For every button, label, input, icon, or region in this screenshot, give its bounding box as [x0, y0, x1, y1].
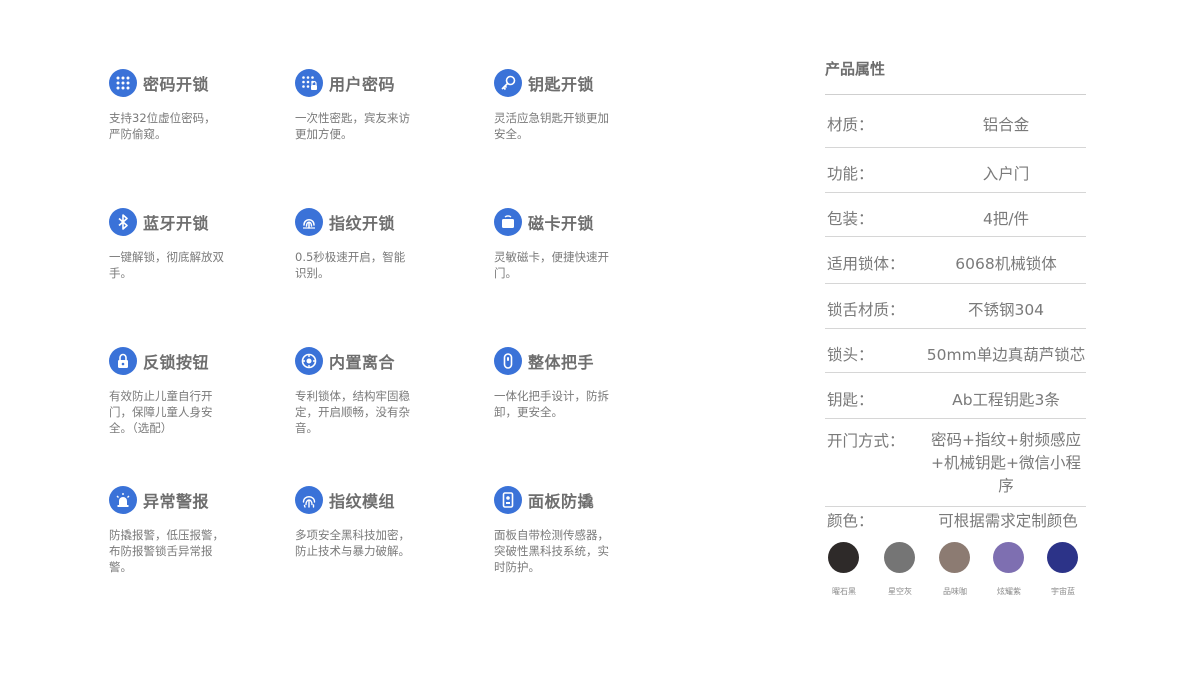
feature-description: 多项安全黑科技加密，防止技术与暴力破解。: [295, 528, 410, 558]
color-swatch[interactable]: [884, 542, 915, 573]
feature-title: 指纹模组: [329, 492, 396, 511]
color-swatch[interactable]: [939, 542, 970, 573]
property-row: 锁舌材质： 不锈钢304: [825, 284, 1086, 329]
feature-item: 钥匙开锁 灵活应急钥匙开锁更加安全。: [494, 68, 674, 142]
property-row: 材质： 铝合金: [825, 95, 1086, 148]
feature-title: 整体把手: [528, 353, 595, 372]
clutch-icon: [295, 347, 323, 375]
padlock-icon: [109, 347, 137, 375]
feature-item: 内置离合 专利锁体，结构牢固稳定，开启顺畅，没有杂音。: [295, 346, 475, 436]
property-row: 锁头： 50mm单边真葫芦锁芯: [825, 329, 1086, 373]
feature-item: 指纹模组 多项安全黑科技加密，防止技术与暴力破解。: [295, 485, 475, 559]
feature-header: 内置离合: [295, 346, 475, 376]
feature-item: 用户密码 一次性密匙，宾友来访更加方便。: [295, 68, 475, 142]
product-properties-panel: 产品属性 材质： 铝合金 功能： 入户门 包装： 4把/件 适用锁体： 6068机械锁…: [825, 58, 1086, 507]
property-label: 功能：: [827, 165, 874, 183]
property-row: 适用锁体： 6068机械锁体: [825, 237, 1086, 284]
feature-item: 指纹开锁 0.5秒极速开启，智能识别。: [295, 207, 475, 281]
properties-table: 材质： 铝合金 功能： 入户门 包装： 4把/件 适用锁体： 6068机械锁体 锁舌材质…: [825, 95, 1086, 507]
feature-title: 内置离合: [329, 353, 396, 372]
feature-title: 反锁按钮: [143, 353, 210, 372]
feature-description: 专利锁体，结构牢固稳定，开启顺畅，没有杂音。: [295, 389, 410, 435]
feature-header: 用户密码: [295, 68, 475, 98]
feature-item: 反锁按钮 有效防止儿童自行开门，保障儿童人身安全。（选配）: [109, 346, 289, 436]
color-swatch-label: 星空灰: [888, 587, 912, 596]
color-swatch-label: 曜石黑: [832, 587, 856, 596]
feature-title: 用户密码: [329, 75, 396, 94]
feature-header: 蓝牙开锁: [109, 207, 289, 237]
key-icon: [494, 69, 522, 97]
feature-description: 灵活应急钥匙开锁更加安全。: [494, 111, 609, 141]
feature-item: 整体把手 一体化把手设计，防拆卸，更安全。: [494, 346, 674, 420]
color-swatch[interactable]: [1047, 542, 1078, 573]
property-value: 密码+指纹+射频感应+机械钥匙+微信小程序: [931, 431, 1081, 495]
feature-header: 磁卡开锁: [494, 207, 674, 237]
feature-description: 支持32位虚位密码，严防偷窥。: [109, 111, 216, 141]
feature-item: 密码开锁 支持32位虚位密码，严防偷窥。: [109, 68, 289, 142]
feature-header: 指纹开锁: [295, 207, 475, 237]
feature-description: 面板自带检测传感器，突破性黑科技系统，实时防护。: [494, 528, 609, 574]
feature-header: 反锁按钮: [109, 346, 289, 376]
feature-header: 面板防撬: [494, 485, 674, 515]
property-label: 锁头：: [827, 346, 874, 364]
color-label: 颜色：: [827, 512, 874, 530]
feature-item: 异常警报 防撬报警，低压报警，布防报警锁舌异常报警。: [109, 485, 289, 575]
feature-description: 有效防止儿童自行开门，保障儿童人身安全。（选配）: [109, 389, 213, 435]
property-label: 材质：: [827, 116, 874, 134]
property-label: 包装：: [827, 210, 874, 228]
keypad-icon: [109, 69, 137, 97]
properties-title: 产品属性: [825, 60, 886, 78]
color-swatch[interactable]: [993, 542, 1024, 573]
property-row: 开门方式： 密码+指纹+射频感应+机械钥匙+微信小程序: [825, 419, 1086, 507]
property-row: 包装： 4把/件: [825, 193, 1086, 237]
property-value: Ab工程钥匙3条: [952, 391, 1060, 409]
feature-title: 面板防撬: [528, 492, 595, 511]
property-label: 钥匙：: [827, 391, 874, 409]
feature-title: 密码开锁: [143, 75, 210, 94]
property-row: 钥匙： Ab工程钥匙3条: [825, 373, 1086, 419]
feature-description: 一键解锁，彻底解放双手。: [109, 250, 224, 280]
feature-header: 指纹模组: [295, 485, 475, 515]
card-icon: [494, 208, 522, 236]
feature-description: 一体化把手设计，防拆卸，更安全。: [494, 389, 609, 419]
color-note: 可根据需求定制颜色: [938, 512, 1078, 530]
property-value: 6068机械锁体: [955, 255, 1057, 273]
fingerprint-module-icon: [295, 486, 323, 514]
color-swatch-label: 品味咖: [943, 587, 967, 596]
feature-header: 密码开锁: [109, 68, 289, 98]
feature-header: 整体把手: [494, 346, 674, 376]
feature-title: 指纹开锁: [329, 214, 396, 233]
color-swatch[interactable]: [828, 542, 859, 573]
feature-item: 磁卡开锁 灵敏磁卡，便捷快速开门。: [494, 207, 674, 281]
fingerprint-icon: [295, 208, 323, 236]
feature-header: 异常警报: [109, 485, 289, 515]
color-swatch-label: 宇宙蓝: [1051, 587, 1075, 596]
property-label: 开门方式：: [827, 432, 905, 450]
property-row: 功能： 入户门: [825, 148, 1086, 193]
property-label: 锁舌材质：: [827, 301, 905, 319]
property-value: 50mm单边真葫芦锁芯: [926, 346, 1086, 364]
panel-icon: [494, 486, 522, 514]
alarm-icon: [109, 486, 137, 514]
bluetooth-icon: [109, 208, 137, 236]
feature-title: 蓝牙开锁: [143, 214, 210, 233]
property-value: 铝合金: [982, 116, 1030, 134]
color-swatch-label: 炫耀紫: [997, 587, 1021, 596]
feature-title: 钥匙开锁: [528, 75, 595, 94]
feature-title: 磁卡开锁: [528, 214, 595, 233]
feature-item: 蓝牙开锁 一键解锁，彻底解放双手。: [109, 207, 289, 281]
feature-description: 防撬报警，低压报警，布防报警锁舌异常报警。: [109, 528, 224, 574]
property-value: 入户门: [982, 165, 1030, 183]
feature-description: 灵敏磁卡，便捷快速开门。: [494, 250, 609, 280]
property-label: 适用锁体：: [827, 255, 905, 273]
feature-description: 0.5秒极速开启，智能识别。: [295, 250, 406, 280]
feature-header: 钥匙开锁: [494, 68, 674, 98]
feature-title: 异常警报: [143, 492, 210, 511]
property-value: 不锈钢304: [967, 301, 1045, 319]
feature-item: 面板防撬 面板自带检测传感器，突破性黑科技系统，实时防护。: [494, 485, 674, 575]
keypad-lock-icon: [295, 69, 323, 97]
feature-description: 一次性密匙，宾友来访更加方便。: [295, 111, 410, 141]
property-value: 4把/件: [982, 210, 1030, 228]
handle-icon: [494, 347, 522, 375]
